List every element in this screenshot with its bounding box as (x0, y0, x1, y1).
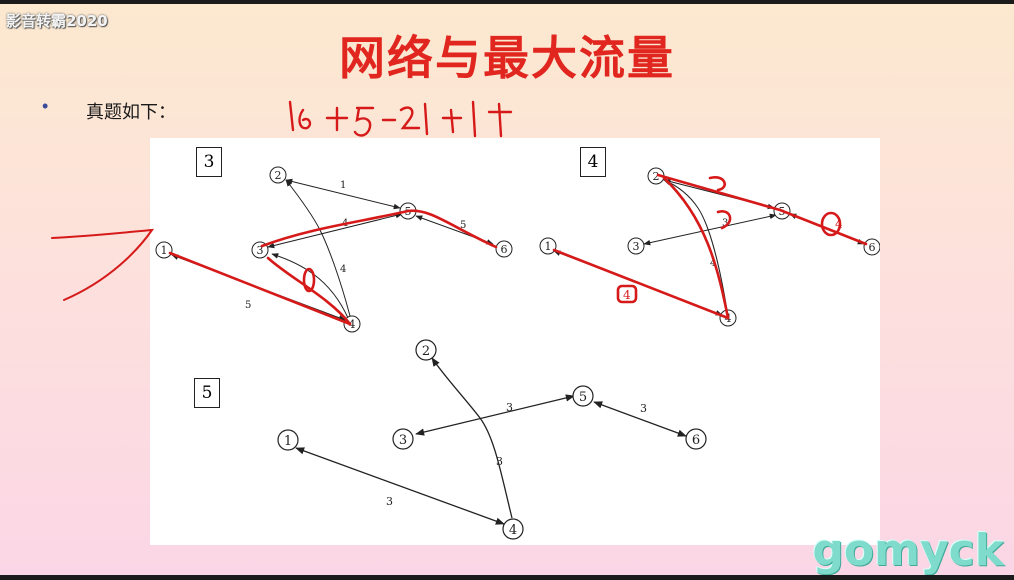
edge-3-5 (643, 213, 777, 246)
node-1: 1 (161, 244, 168, 257)
svg-text:3: 3 (386, 495, 393, 508)
intro-text: 真题如下： (86, 102, 176, 123)
node-2: 2 (653, 170, 660, 183)
edge-3-5 (415, 394, 575, 436)
edge-3-5 (267, 212, 403, 249)
svg-text:3: 3 (496, 455, 503, 468)
edge-4-2 (663, 179, 728, 311)
diagram-5: 3 3 3 3 1 2 3 4 5 6 (277, 339, 707, 540)
slide-title: 网络与最大流量 (339, 31, 675, 85)
node-6: 6 (869, 241, 876, 254)
svg-text:4: 4 (835, 217, 843, 231)
scanned-figure: 1 4 5 5 4 1 2 3 4 5 6 3 4 1 2 3 4 5 6 4 4 3… (150, 138, 880, 545)
left-arrow-annotation (51, 228, 155, 301)
diagram-4: 34 1 2 3 4 5 6 4 4 (539, 167, 880, 327)
svg-text:3: 3 (640, 402, 647, 415)
node-1: 1 (545, 240, 552, 253)
edge-4-2 (431, 357, 513, 519)
node-6: 6 (692, 433, 700, 448)
diagram-badge-5: 5 (194, 378, 220, 408)
node-5: 5 (579, 390, 587, 405)
node-1: 1 (284, 434, 292, 449)
window-bottom-bar (0, 575, 1014, 580)
node-6: 6 (501, 243, 508, 256)
handwritten-annotation (288, 100, 513, 138)
bullet-marker: • (42, 96, 49, 116)
svg-text:3: 3 (506, 401, 513, 414)
node-4: 4 (509, 523, 517, 538)
diagram-badge-3: 3 (196, 147, 222, 177)
svg-text:4: 4 (340, 264, 346, 275)
node-3: 3 (633, 240, 640, 253)
node-2: 2 (422, 344, 430, 359)
svg-text:1: 1 (340, 180, 346, 191)
svg-text:4: 4 (623, 288, 631, 302)
edge-1-4 (295, 447, 505, 525)
red-path-annotation-4 (552, 173, 868, 320)
node-2: 2 (275, 169, 282, 182)
node-3: 3 (399, 433, 407, 448)
flow-network-diagrams: 1 4 5 5 4 1 2 3 4 5 6 34 1 2 3 4 5 6 4 4 3… (150, 166, 880, 540)
diagram-3: 14 5 54 1 2 3 4 5 6 (155, 166, 513, 333)
window-top-bar (0, 0, 1014, 4)
diagram-badge-4: 4 (580, 147, 606, 177)
svg-text:5: 5 (245, 300, 251, 311)
brand-logo: gomyck (812, 525, 1004, 576)
